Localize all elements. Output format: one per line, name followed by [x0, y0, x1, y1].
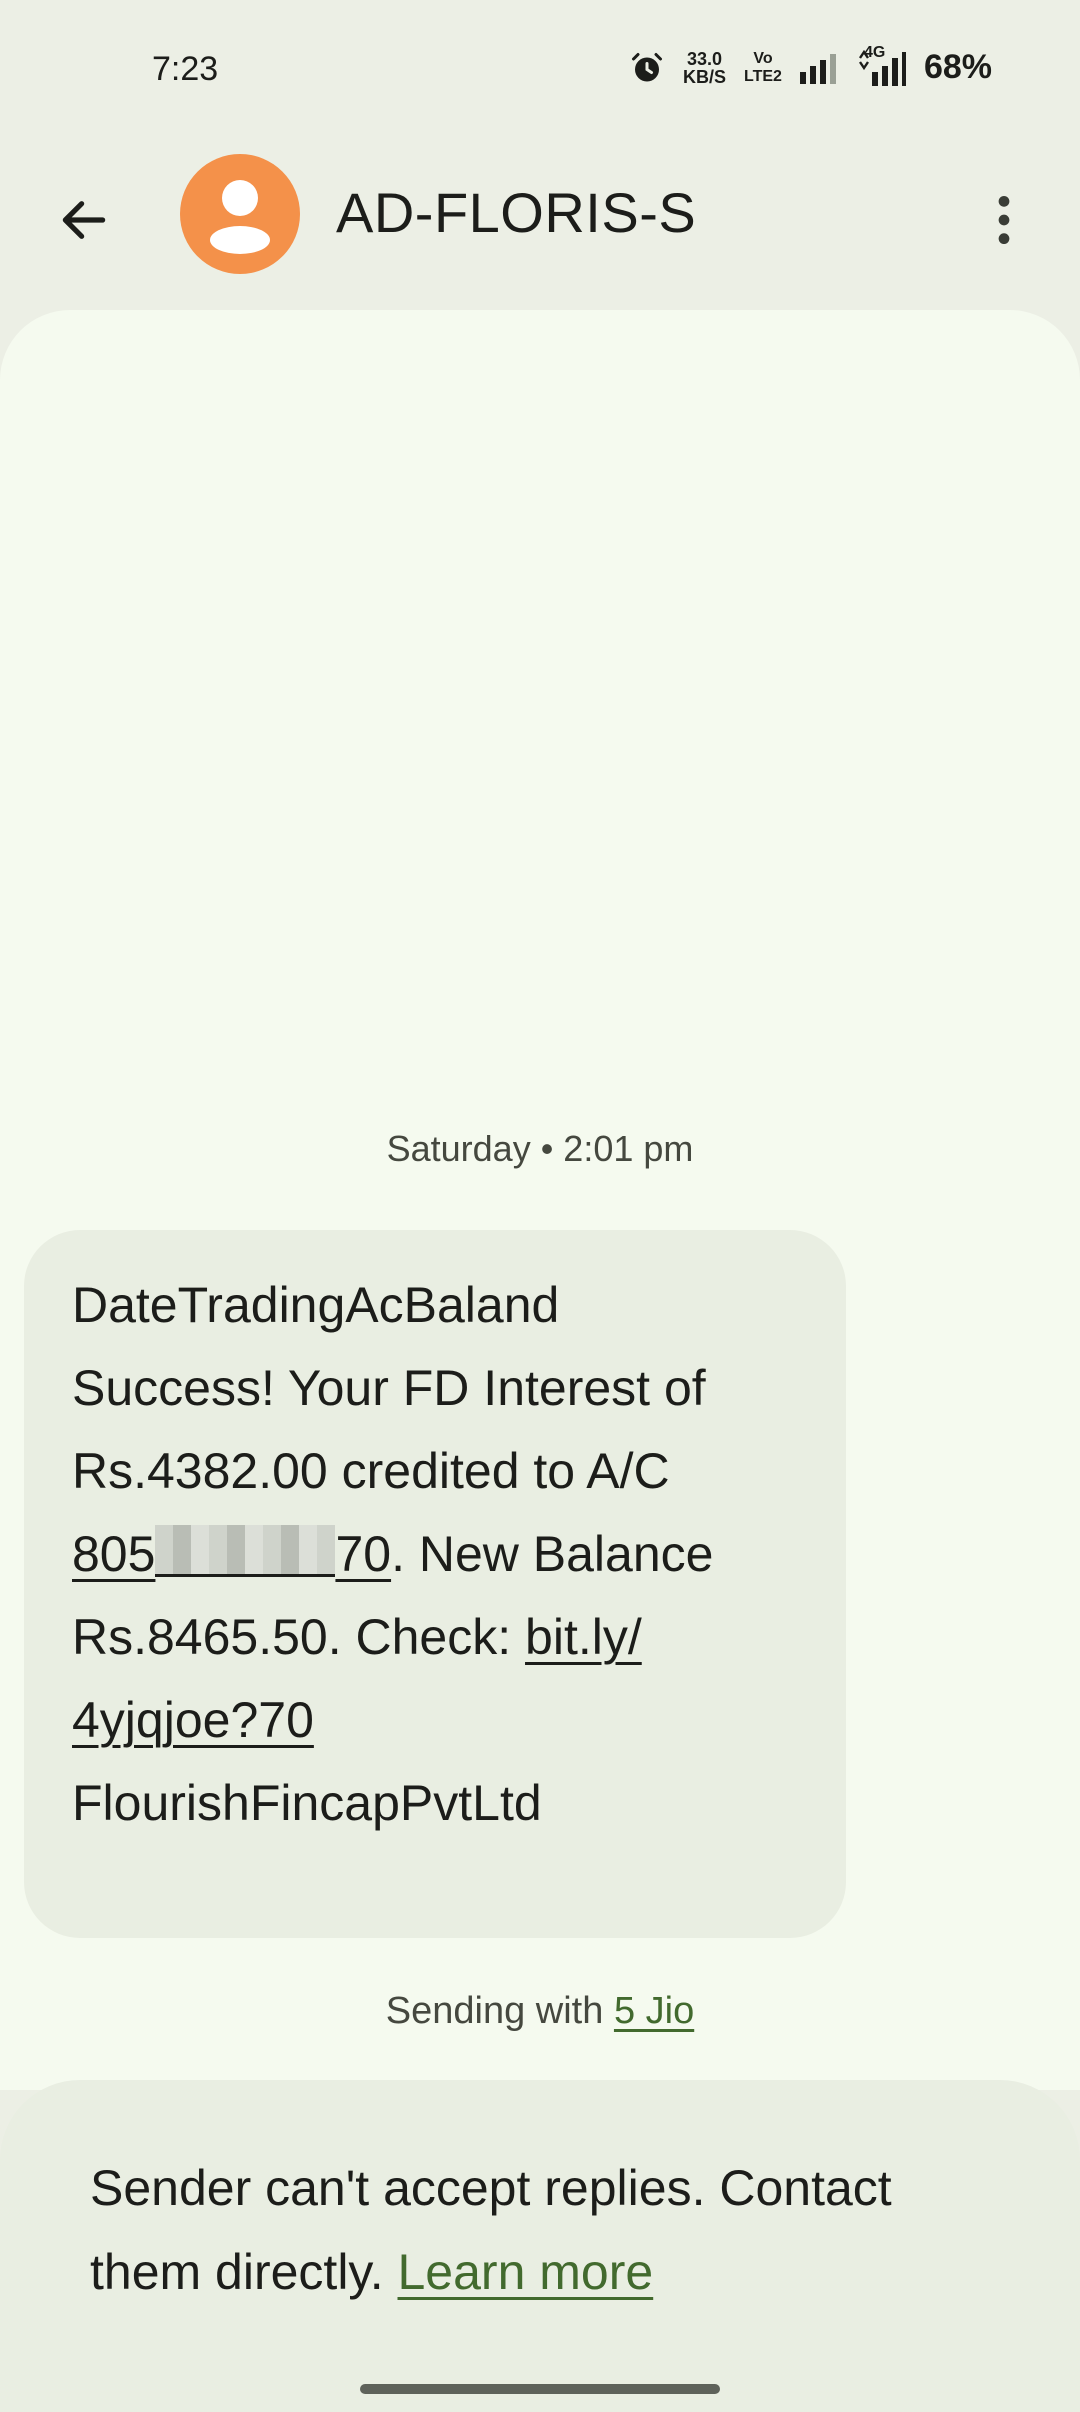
back-button[interactable]: [44, 180, 124, 260]
message-line: Rs.8465.50. Check: bit.ly/: [72, 1596, 798, 1679]
screen: 7:23 33.0 KB/S Vo LTE2 4G 68% AD-FLORIS-…: [0, 0, 1080, 2412]
message-line: Rs.4382.00 credited to A/C: [72, 1443, 670, 1499]
network-speed-value: 33.0: [686, 48, 723, 69]
learn-more-link[interactable]: Learn more: [398, 2244, 654, 2300]
account-prefix: 805: [72, 1526, 156, 1582]
home-indicator[interactable]: [360, 2384, 720, 2394]
message-bubble[interactable]: DateTradingAcBaland Success! Your FD Int…: [24, 1230, 846, 1938]
signal-icon: [799, 52, 840, 84]
status-time: 7:23: [152, 50, 219, 88]
app-bar: AD-FLORIS-S: [0, 140, 1080, 290]
reply-disabled-notice: Sender can't accept replies. Contact the…: [0, 2080, 1080, 2412]
more-vert-icon: [998, 195, 1010, 245]
message-line: 805 70. New Balance: [72, 1513, 798, 1596]
status-bar: 7:23 33.0 KB/S Vo LTE2 4G 68%: [0, 0, 1080, 140]
sending-prefix: Sending with: [385, 1990, 614, 2032]
short-url-link-continued[interactable]: 4yjqjoe?70: [72, 1692, 314, 1748]
volte-top: Vo: [753, 49, 773, 67]
account-number-link[interactable]: 805 70: [72, 1525, 392, 1582]
network-speed-unit: KB/S: [682, 66, 726, 87]
network-speed: 33.0 KB/S: [683, 50, 726, 86]
short-url-link[interactable]: bit.ly/: [525, 1609, 642, 1665]
sim-selector-link[interactable]: 5 Jio: [614, 1990, 694, 2032]
redacted-digits: [155, 1525, 336, 1577]
message-text: . New Balance: [391, 1526, 714, 1582]
sending-with-label: Sending with 5 Jio: [0, 1990, 1080, 2033]
date-separator: Saturday • 2:01 pm: [386, 1128, 694, 1169]
more-options-button[interactable]: [964, 180, 1044, 260]
volte-bottom: LTE2: [744, 67, 782, 85]
signal-4g-icon: 4G: [858, 44, 906, 86]
conversation-title: AD-FLORIS-S: [336, 181, 697, 244]
battery-level: 68%: [923, 48, 992, 86]
network-type-label: 4G: [863, 43, 886, 61]
message-text: Rs.8465.50. Check:: [72, 1609, 526, 1665]
status-icons: 33.0 KB/S Vo LTE2 4G 68%: [629, 44, 992, 87]
message-line: 4yjqjoe?70: [72, 1679, 798, 1762]
message-line: FlourishFincapPvtLtd: [72, 1775, 542, 1831]
message-line: DateTradingAcBaland: [72, 1277, 560, 1333]
volte-indicator: Vo LTE2: [744, 50, 782, 86]
message-line: Success! Your FD Interest of: [72, 1360, 706, 1416]
account-suffix: 70: [335, 1526, 392, 1582]
avatar[interactable]: [180, 154, 300, 274]
alarm-icon: [629, 50, 665, 86]
person-icon: [210, 180, 270, 254]
arrow-left-icon: [62, 201, 106, 239]
